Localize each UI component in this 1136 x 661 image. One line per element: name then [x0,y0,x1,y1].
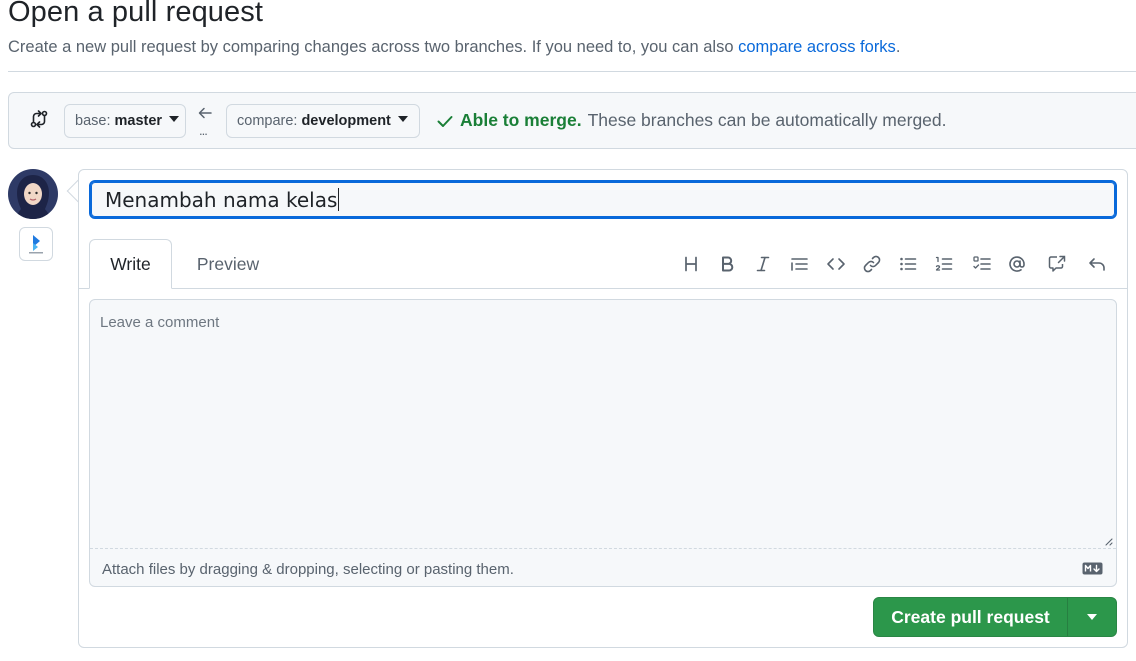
bold-icon[interactable] [716,253,738,275]
heading-icon[interactable] [680,253,702,275]
reply-icon[interactable] [1086,253,1108,275]
attach-separator [90,548,1116,549]
italic-icon[interactable] [752,253,774,275]
base-branch-select[interactable]: base: master [64,104,186,138]
app-badge-icon [19,227,53,261]
tab-preview[interactable]: Preview [185,239,271,289]
link-icon[interactable] [861,253,883,275]
comment-placeholder: Leave a comment [100,314,220,331]
resize-handle-icon[interactable] [1103,536,1113,546]
base-prefix: base: [75,113,111,129]
ordered-list-icon[interactable] [933,253,955,275]
merge-status-strong: Able to merge. [460,110,582,130]
cross-reference-icon[interactable] [1046,253,1068,275]
merge-status: Able to merge. These branches can be aut… [435,110,947,131]
tab-write[interactable]: Write [89,239,172,289]
chevron-down-icon [169,116,180,122]
title-divider [8,71,1136,72]
attach-files-hint[interactable]: Attach files by dragging & dropping, sel… [102,561,514,578]
pr-title-input[interactable]: Menambah nama kelas [89,180,1117,219]
task-list-icon[interactable] [971,253,993,275]
swap-dots: ... [199,123,208,138]
mention-icon[interactable] [1006,253,1028,275]
page-subtitle: Create a new pull request by comparing c… [8,38,900,57]
git-compare-icon [30,110,48,128]
unordered-list-icon[interactable] [897,253,919,275]
code-icon[interactable] [825,253,847,275]
arrow-left-icon [198,107,212,119]
create-options-dropdown[interactable] [1068,598,1116,636]
subtitle-end: . [895,38,901,56]
app-logo-icon [29,235,43,254]
compare-branch-select[interactable]: compare: development [226,104,420,138]
avatar-image [8,169,58,219]
comment-textarea[interactable]: Leave a comment Attach files by dragging… [89,299,1117,587]
markdown-icon[interactable] [1082,562,1103,575]
chevron-down-icon [397,116,408,122]
quote-icon[interactable] [788,253,810,275]
avatar[interactable] [8,169,58,219]
compare-prefix: compare: [237,113,298,129]
subtitle-text: Create a new pull request by comparing c… [8,38,739,56]
page-title: Open a pull request [8,0,264,28]
pr-title-value: Menambah nama kelas [105,187,338,212]
chevron-down-icon [1087,614,1097,620]
branch-range-bar: base: master ... compare: development Able… [8,92,1136,149]
compare-branch-name: development [301,113,391,129]
create-pull-request-button-group: Create pull request [873,597,1117,637]
base-branch-name: master [114,113,163,129]
check-icon [437,115,453,127]
compare-across-forks-link[interactable]: compare across forks [738,38,896,56]
merge-status-text: These branches can be automatically merg… [587,110,947,130]
create-pull-request-button[interactable]: Create pull request [874,598,1067,636]
text-cursor [338,188,340,211]
